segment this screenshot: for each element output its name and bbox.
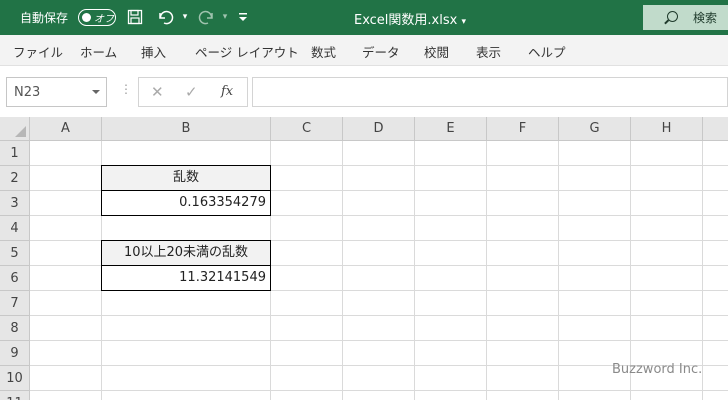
column-header-f[interactable]: F — [487, 117, 559, 141]
row-header-10[interactable]: 10 — [0, 366, 30, 391]
cell-b5[interactable]: 10以上20未満の乱数 — [101, 240, 271, 266]
gridline — [30, 315, 728, 316]
tab-review[interactable]: 校閲 — [424, 42, 449, 61]
row-header-1[interactable]: 1 — [0, 141, 30, 166]
chevron-down-icon[interactable] — [92, 90, 100, 94]
gridline — [486, 141, 487, 400]
row-header-5[interactable]: 5 — [0, 241, 30, 266]
row-header-7[interactable]: 7 — [0, 291, 30, 316]
tab-insert[interactable]: 挿入 — [141, 42, 166, 61]
search-label: 検索 — [693, 11, 718, 25]
more-options-icon[interactable]: ⋮ — [120, 82, 132, 96]
gridline — [30, 390, 728, 391]
select-all-button[interactable] — [0, 117, 30, 141]
cancel-icon[interactable]: ✕ — [151, 83, 164, 101]
insert-function-icon[interactable]: fx — [221, 84, 233, 99]
gridline — [558, 141, 559, 400]
undo-icon[interactable] — [154, 6, 176, 28]
ribbon-tabs: ファイル ホーム 挿入 ページ レイアウト 数式 データ 校閲 表示 ヘルプ — [0, 35, 728, 65]
column-header-g[interactable]: G — [559, 117, 631, 141]
select-all-triangle-icon — [15, 126, 26, 137]
gridline — [342, 141, 343, 400]
watermark: Buzzword Inc. — [612, 362, 703, 377]
tab-file[interactable]: ファイル — [13, 42, 63, 61]
name-box-value: N23 — [14, 85, 41, 100]
search-icon — [667, 11, 678, 22]
row-header-9[interactable]: 9 — [0, 341, 30, 366]
enter-icon[interactable]: ✓ — [185, 83, 198, 101]
column-header-d[interactable]: D — [343, 117, 415, 141]
tab-data[interactable]: データ — [362, 42, 400, 61]
row-header-8[interactable]: 8 — [0, 316, 30, 341]
cell-b6[interactable]: 11.32141549 — [101, 265, 271, 291]
formula-controls: ✕ ✓ fx — [138, 77, 248, 107]
title-bar: 自動保存 オフ ▾ ▾ Excel関数用.xlsx ▾ 検索 — [0, 0, 728, 35]
formula-bar: N23 ⋮ ✕ ✓ fx — [0, 65, 728, 117]
search-box[interactable]: 検索 — [643, 5, 728, 30]
tab-help[interactable]: ヘルプ — [528, 42, 566, 61]
undo-dropdown-icon[interactable]: ▾ — [174, 6, 196, 28]
row-header-2[interactable]: 2 — [0, 166, 30, 191]
worksheet-grid: A B C D E F G H 1 2 3 4 5 6 7 8 9 10 11 … — [0, 117, 728, 400]
cell-b2[interactable]: 乱数 — [101, 165, 271, 191]
tab-view[interactable]: 表示 — [476, 42, 501, 61]
name-box[interactable]: N23 — [6, 77, 107, 107]
customize-toolbar-icon[interactable] — [232, 6, 254, 28]
tab-page-layout[interactable]: ページ レイアウト — [195, 42, 299, 61]
row-header-3[interactable]: 3 — [0, 191, 30, 216]
file-menu-chevron-icon: ▾ — [461, 17, 466, 27]
autosave-label: 自動保存 — [20, 11, 69, 25]
file-name-text: Excel関数用.xlsx — [353, 13, 458, 28]
file-name[interactable]: Excel関数用.xlsx ▾ — [300, 9, 520, 28]
column-header-c[interactable]: C — [271, 117, 343, 141]
column-header-partial[interactable] — [703, 117, 728, 141]
gridline — [30, 340, 728, 341]
formula-input[interactable] — [252, 77, 728, 107]
column-header-e[interactable]: E — [415, 117, 487, 141]
save-icon[interactable] — [124, 6, 146, 28]
row-header-11[interactable]: 11 — [0, 391, 30, 400]
autosave-state: オフ — [94, 14, 114, 25]
toggle-knob — [82, 12, 91, 22]
tab-formulas[interactable]: 数式 — [311, 42, 336, 61]
column-header-a[interactable]: A — [30, 117, 102, 141]
row-header-6[interactable]: 6 — [0, 266, 30, 291]
column-header-b[interactable]: B — [102, 117, 271, 141]
cell-b3[interactable]: 0.163354279 — [101, 190, 271, 216]
gridline — [414, 141, 415, 400]
tab-home[interactable]: ホーム — [80, 42, 117, 61]
column-header-h[interactable]: H — [631, 117, 703, 141]
row-header-4[interactable]: 4 — [0, 216, 30, 241]
autosave-toggle[interactable]: オフ — [78, 9, 116, 26]
